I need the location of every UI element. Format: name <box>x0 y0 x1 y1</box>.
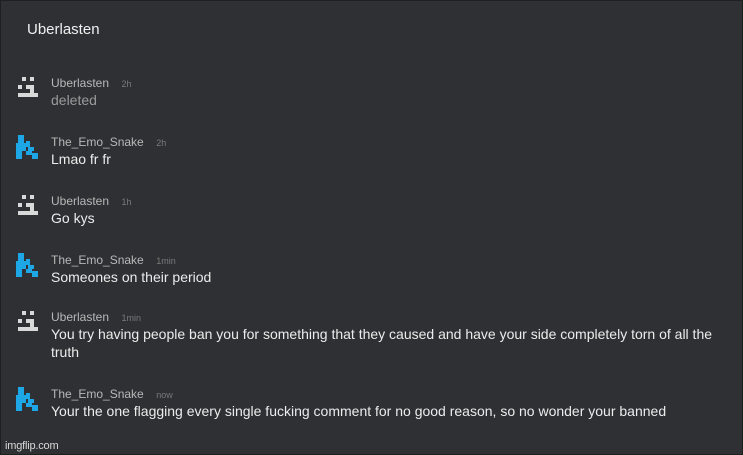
timestamp: 2h <box>121 79 132 89</box>
thread-title: Uberlasten <box>27 21 100 38</box>
pixel-face-icon[interactable] <box>15 310 41 338</box>
timestamp: now <box>156 390 173 400</box>
username-link[interactable]: The_Emo_Snake <box>51 253 144 267</box>
pixel-face-icon[interactable] <box>15 76 41 104</box>
comment-text: Lmao fr fr <box>51 151 111 167</box>
username-link[interactable]: Uberlasten <box>51 310 109 324</box>
timestamp: 1min <box>121 313 141 323</box>
comment-text: You try having people ban you for someth… <box>51 326 713 360</box>
pixel-face-icon[interactable] <box>15 194 41 222</box>
username-link[interactable]: Uberlasten <box>51 76 109 90</box>
timestamp: 2h <box>156 138 167 148</box>
comment-panel: Uberlasten Uberlasten 2h deleted The_Emo… <box>0 0 743 455</box>
timestamp: 1h <box>121 197 132 207</box>
comment-text: deleted <box>51 92 97 108</box>
username-link[interactable]: The_Emo_Snake <box>51 135 144 149</box>
pixel-snake-icon[interactable] <box>15 387 41 415</box>
watermark: imgflip.com <box>5 440 59 452</box>
pixel-snake-icon[interactable] <box>15 135 41 163</box>
username-link[interactable]: Uberlasten <box>51 194 109 208</box>
comment-text: Someones on their period <box>51 269 212 285</box>
timestamp: 1min <box>156 256 176 266</box>
comment-text: Your the one flagging every single fucki… <box>51 403 667 419</box>
username-link[interactable]: The_Emo_Snake <box>51 387 144 401</box>
comment-text: Go kys <box>51 210 95 226</box>
pixel-snake-icon[interactable] <box>15 253 41 281</box>
